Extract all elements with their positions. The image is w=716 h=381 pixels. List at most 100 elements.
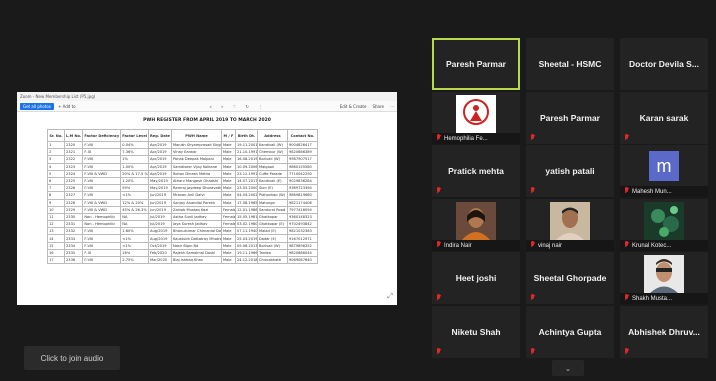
participant-name: Heet joshi (455, 273, 497, 284)
edit-create-button[interactable]: Edit & Create (340, 104, 367, 109)
participant-tile[interactable]: yatish patali (526, 145, 614, 198)
participant-tile[interactable]: vinaj nair (526, 198, 614, 251)
participant-tile[interactable]: Sheetal - HSMC (526, 38, 614, 90)
table-cell: 9167012971 (286, 234, 318, 243)
table-row: 10 2329 F-VIII & VWD 45% & 26.3% Jun/2019 Zai… (47, 205, 318, 214)
table-cell: Female (220, 212, 236, 222)
participant-name: Paresh Parmar (445, 59, 506, 69)
table-cell: 25.03.2019 (234, 234, 258, 243)
table-cell: Non - Hemophilic (82, 212, 122, 222)
table-header-row: Sr. No. L.M No. Factor Deficiency Factor Le… (47, 129, 318, 142)
table-cell: May/2019 (148, 176, 172, 186)
table-cell: Malgaon (256, 162, 288, 171)
participant-name: Mahesh Mun... (632, 189, 672, 196)
table-cell: Apr/2019 (148, 148, 172, 157)
participant-tile[interactable]: Indira Nair (432, 198, 520, 251)
table-cell: 11 (47, 212, 65, 222)
column-header: Birth Dt. (234, 129, 258, 142)
table-cell: 9 (47, 198, 65, 207)
table-cell: 2327 (63, 191, 84, 200)
table-cell: Borivali (W) (256, 241, 288, 250)
table-cell: 1.00% (120, 162, 150, 171)
table-cell: Oct/2019 (148, 241, 172, 250)
column-header: Factor Level (120, 129, 150, 142)
table-cell: Sandurst Road (256, 205, 288, 214)
participant-name: Indira Nair (444, 242, 472, 249)
mic-muted-icon (624, 294, 629, 301)
table-row: 8 2327 F-VIII <1% Jun/2019 Mravan Anil Dalvi M… (47, 191, 318, 200)
more-icon[interactable]: ⋯ (390, 104, 394, 109)
get-photos-button[interactable]: Get all photos (20, 102, 54, 110)
participant-name: Niketu Shah (451, 327, 501, 337)
table-cell: Male (220, 241, 236, 250)
column-header: Contact No. (286, 129, 318, 142)
participant-tile[interactable]: Niketu Shah (432, 306, 520, 358)
table-cell: 2.75% (120, 255, 150, 265)
participant-tile[interactable]: Heet joshi (432, 252, 520, 305)
participant-tile[interactable]: Doctor Devila S... (620, 38, 708, 90)
table-cell: 9821174406 (286, 198, 318, 207)
table-cell: 2326 (63, 184, 84, 193)
table-cell: 19.11.1966 (234, 248, 258, 258)
document-title: PWH REGISTER FROM APRIL 2019 TO MARCH 20… (143, 118, 271, 123)
participant-tile[interactable]: Paresh Parmar (526, 91, 614, 144)
table-cell: NA (120, 220, 150, 229)
participant-tile[interactable]: Paresh Parmar (432, 38, 520, 90)
chevron-down-icon[interactable]: ⌄ (552, 360, 584, 376)
table-cell: 2329 (63, 205, 84, 214)
table-cell: Zainab Mustaq Kazi (170, 205, 222, 214)
table-cell: 15.05.1981 (234, 212, 258, 222)
participant-name: Shakh Musta... (632, 296, 673, 303)
expand-icon[interactable]: ⤢ (387, 293, 393, 301)
window-toolbar: Get all photos + Add to ⌕ ⌕ ♡ ↻ ⋮ Edit &… (17, 101, 397, 112)
table-row: 3 2322 F-VIII 1% Apr/2019 Ponak Deepak Malpan… (47, 155, 318, 164)
table-cell: F-VIII (82, 184, 122, 193)
column-header: Address (256, 129, 288, 142)
table-row: 13 2332 F-VIII 1.60% Aug/2019 Bhanukumar Chim… (47, 227, 318, 236)
table-cell: Male (220, 148, 236, 157)
table-cell: 17 (47, 255, 65, 265)
mic-muted-icon (624, 187, 629, 194)
table-cell: 12.01.1986 (234, 205, 258, 214)
table-cell: Apr/2019 (148, 169, 172, 178)
participant-tile[interactable]: Achintya Gupta (526, 306, 614, 358)
table-cell: Nasir Bipin Bd (170, 241, 222, 250)
participant-name: Hemophilia Fe... (444, 135, 488, 142)
table-cell: Sanjay Anandlal Parekh (170, 198, 222, 207)
table-cell: Pidhonkap (W) (256, 191, 288, 200)
table-cell: 9360148323 (286, 212, 318, 222)
participant-tile[interactable]: Shakh Musta... (620, 252, 708, 305)
add-to-button[interactable]: + Add to (58, 104, 76, 109)
column-header: Factor Deficiency (82, 129, 122, 142)
table-cell: 2321 (63, 148, 84, 157)
share-button[interactable]: Share (372, 104, 384, 109)
table-cell: 09.06.2013 (234, 241, 258, 250)
table-cell: Atharv Mangesh Ghadshi (170, 176, 222, 186)
participant-tile[interactable]: Sheetal Ghorpade (526, 252, 614, 305)
table-cell: Sion (E) (256, 184, 288, 193)
participant-photo (644, 255, 684, 294)
table-cell: NA (120, 212, 150, 222)
zoom-tools-icons[interactable]: ⌕ ⌕ ♡ ↻ ⋮ (210, 104, 267, 109)
table-cell: Samdiseer Vijay Kolkane (170, 162, 222, 171)
participant-tile[interactable]: Hemophilia Fe... (432, 91, 520, 144)
join-audio-button[interactable]: Click to join audio (24, 346, 120, 370)
participant-tile[interactable]: m Mahesh Mun... (620, 145, 708, 198)
participant-tile[interactable]: Karan sarak (620, 91, 708, 144)
table-cell: 07.11.1940 (234, 227, 258, 236)
table-cell: 17.08.1965 (234, 198, 258, 207)
screen-share-area: Zoom - New Membership List (P5.jpg) Get … (0, 0, 420, 381)
mic-muted-icon (436, 133, 441, 141)
mic-muted-icon (436, 348, 441, 355)
table-cell: 21.10.1991 (234, 148, 258, 157)
participant-name: vinaj nair (538, 242, 563, 249)
table-row: 1 2320 F-VIII 0.04% Apr/2019 Manish Shyampras… (47, 140, 318, 150)
participant-tile[interactable]: Pratick mehta (432, 145, 520, 198)
table-row: 15 2334 F-VIII <1% Oct/2019 Nasir Bipin Bd Mal… (47, 241, 318, 250)
mic-muted-icon (436, 240, 441, 248)
participant-tile[interactable]: Abhishek Dhruv... (620, 306, 708, 358)
table-cell: Jun/2019 (148, 198, 172, 207)
table-cell: 5 (47, 169, 65, 178)
participant-tile[interactable]: Krunal Kotec... (620, 198, 708, 251)
participant-name: Karan sarak (639, 112, 689, 123)
